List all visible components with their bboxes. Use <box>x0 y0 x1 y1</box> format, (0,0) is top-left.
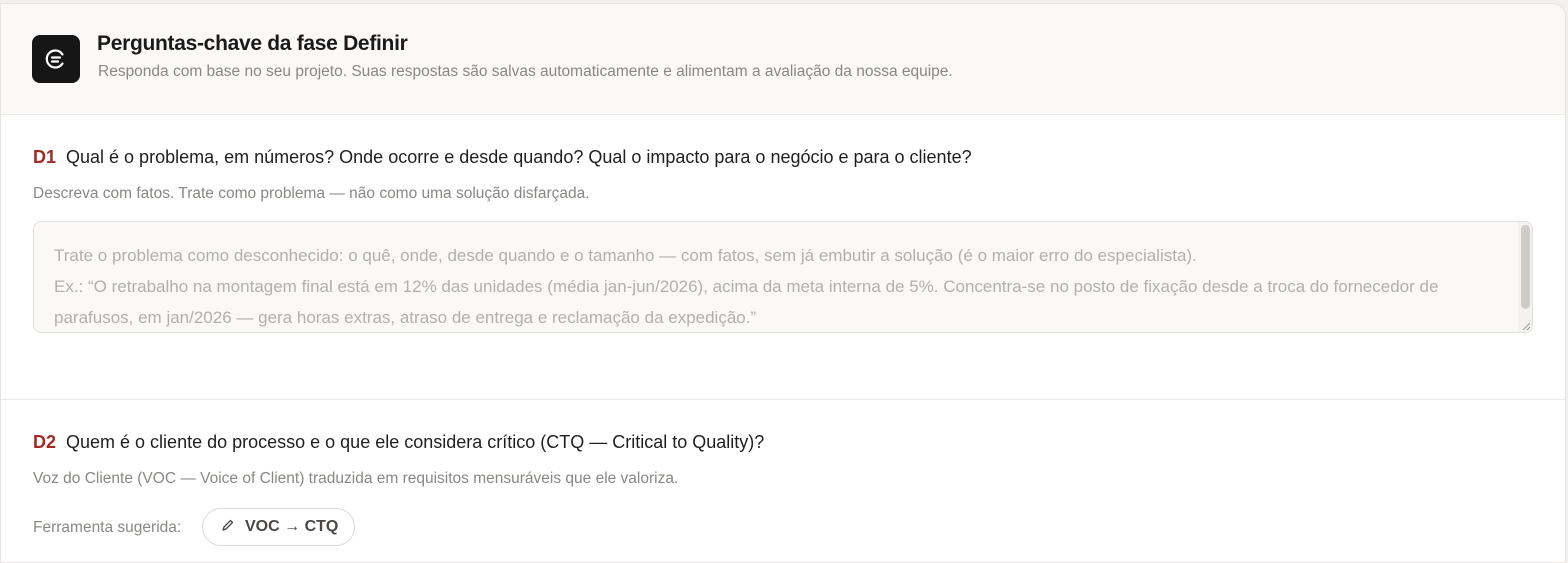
answer-scrollbar[interactable] <box>1518 222 1532 332</box>
question-d1-help: Descreva com fatos. Trate como problema … <box>33 185 590 202</box>
question-d2: D2 Quem é o cliente do processo e o que e… <box>1 400 1565 562</box>
page-subtitle: Responda com base no seu projeto. Suas r… <box>98 63 953 80</box>
resize-handle-icon[interactable] <box>1523 323 1530 330</box>
suggested-tool-button[interactable]: VOC → CTQ <box>202 508 356 546</box>
question-d2-label: D2 Quem é o cliente do processo e o que e… <box>33 432 764 453</box>
question-d1-answer-textarea[interactable]: Trate o problema como desconhecido: o qu… <box>33 221 1533 333</box>
question-d2-code: D2 <box>33 432 57 452</box>
answer-scrollbar-thumb[interactable] <box>1521 225 1530 309</box>
suggested-tool-label-text: VOC → CTQ <box>245 518 339 535</box>
question-d1: D1 Qual é o problema, em números? Onde oc… <box>1 115 1565 400</box>
pencil-icon <box>221 518 235 537</box>
question-d2-help: Voz do Cliente (VOC — Voice of Client) t… <box>33 470 679 487</box>
question-d1-text: Qual é o problema, em números? Onde ocor… <box>66 147 972 167</box>
questions-card: Perguntas-chave da fase Definir Responda… <box>0 3 1566 563</box>
brand-logo-icon <box>32 35 80 83</box>
question-d2-text: Quem é o cliente do processo e o que ele… <box>66 432 765 452</box>
page-title: Perguntas-chave da fase Definir <box>97 32 408 55</box>
card-header: Perguntas-chave da fase Definir Responda… <box>1 4 1565 115</box>
question-d1-answer-placeholder: Trate o problema como desconhecido: o qu… <box>54 246 1439 327</box>
suggested-tool-label: Ferramenta sugerida: <box>33 519 182 536</box>
question-d1-label: D1 Qual é o problema, em números? Onde oc… <box>33 147 972 168</box>
question-d1-code: D1 <box>33 147 57 167</box>
